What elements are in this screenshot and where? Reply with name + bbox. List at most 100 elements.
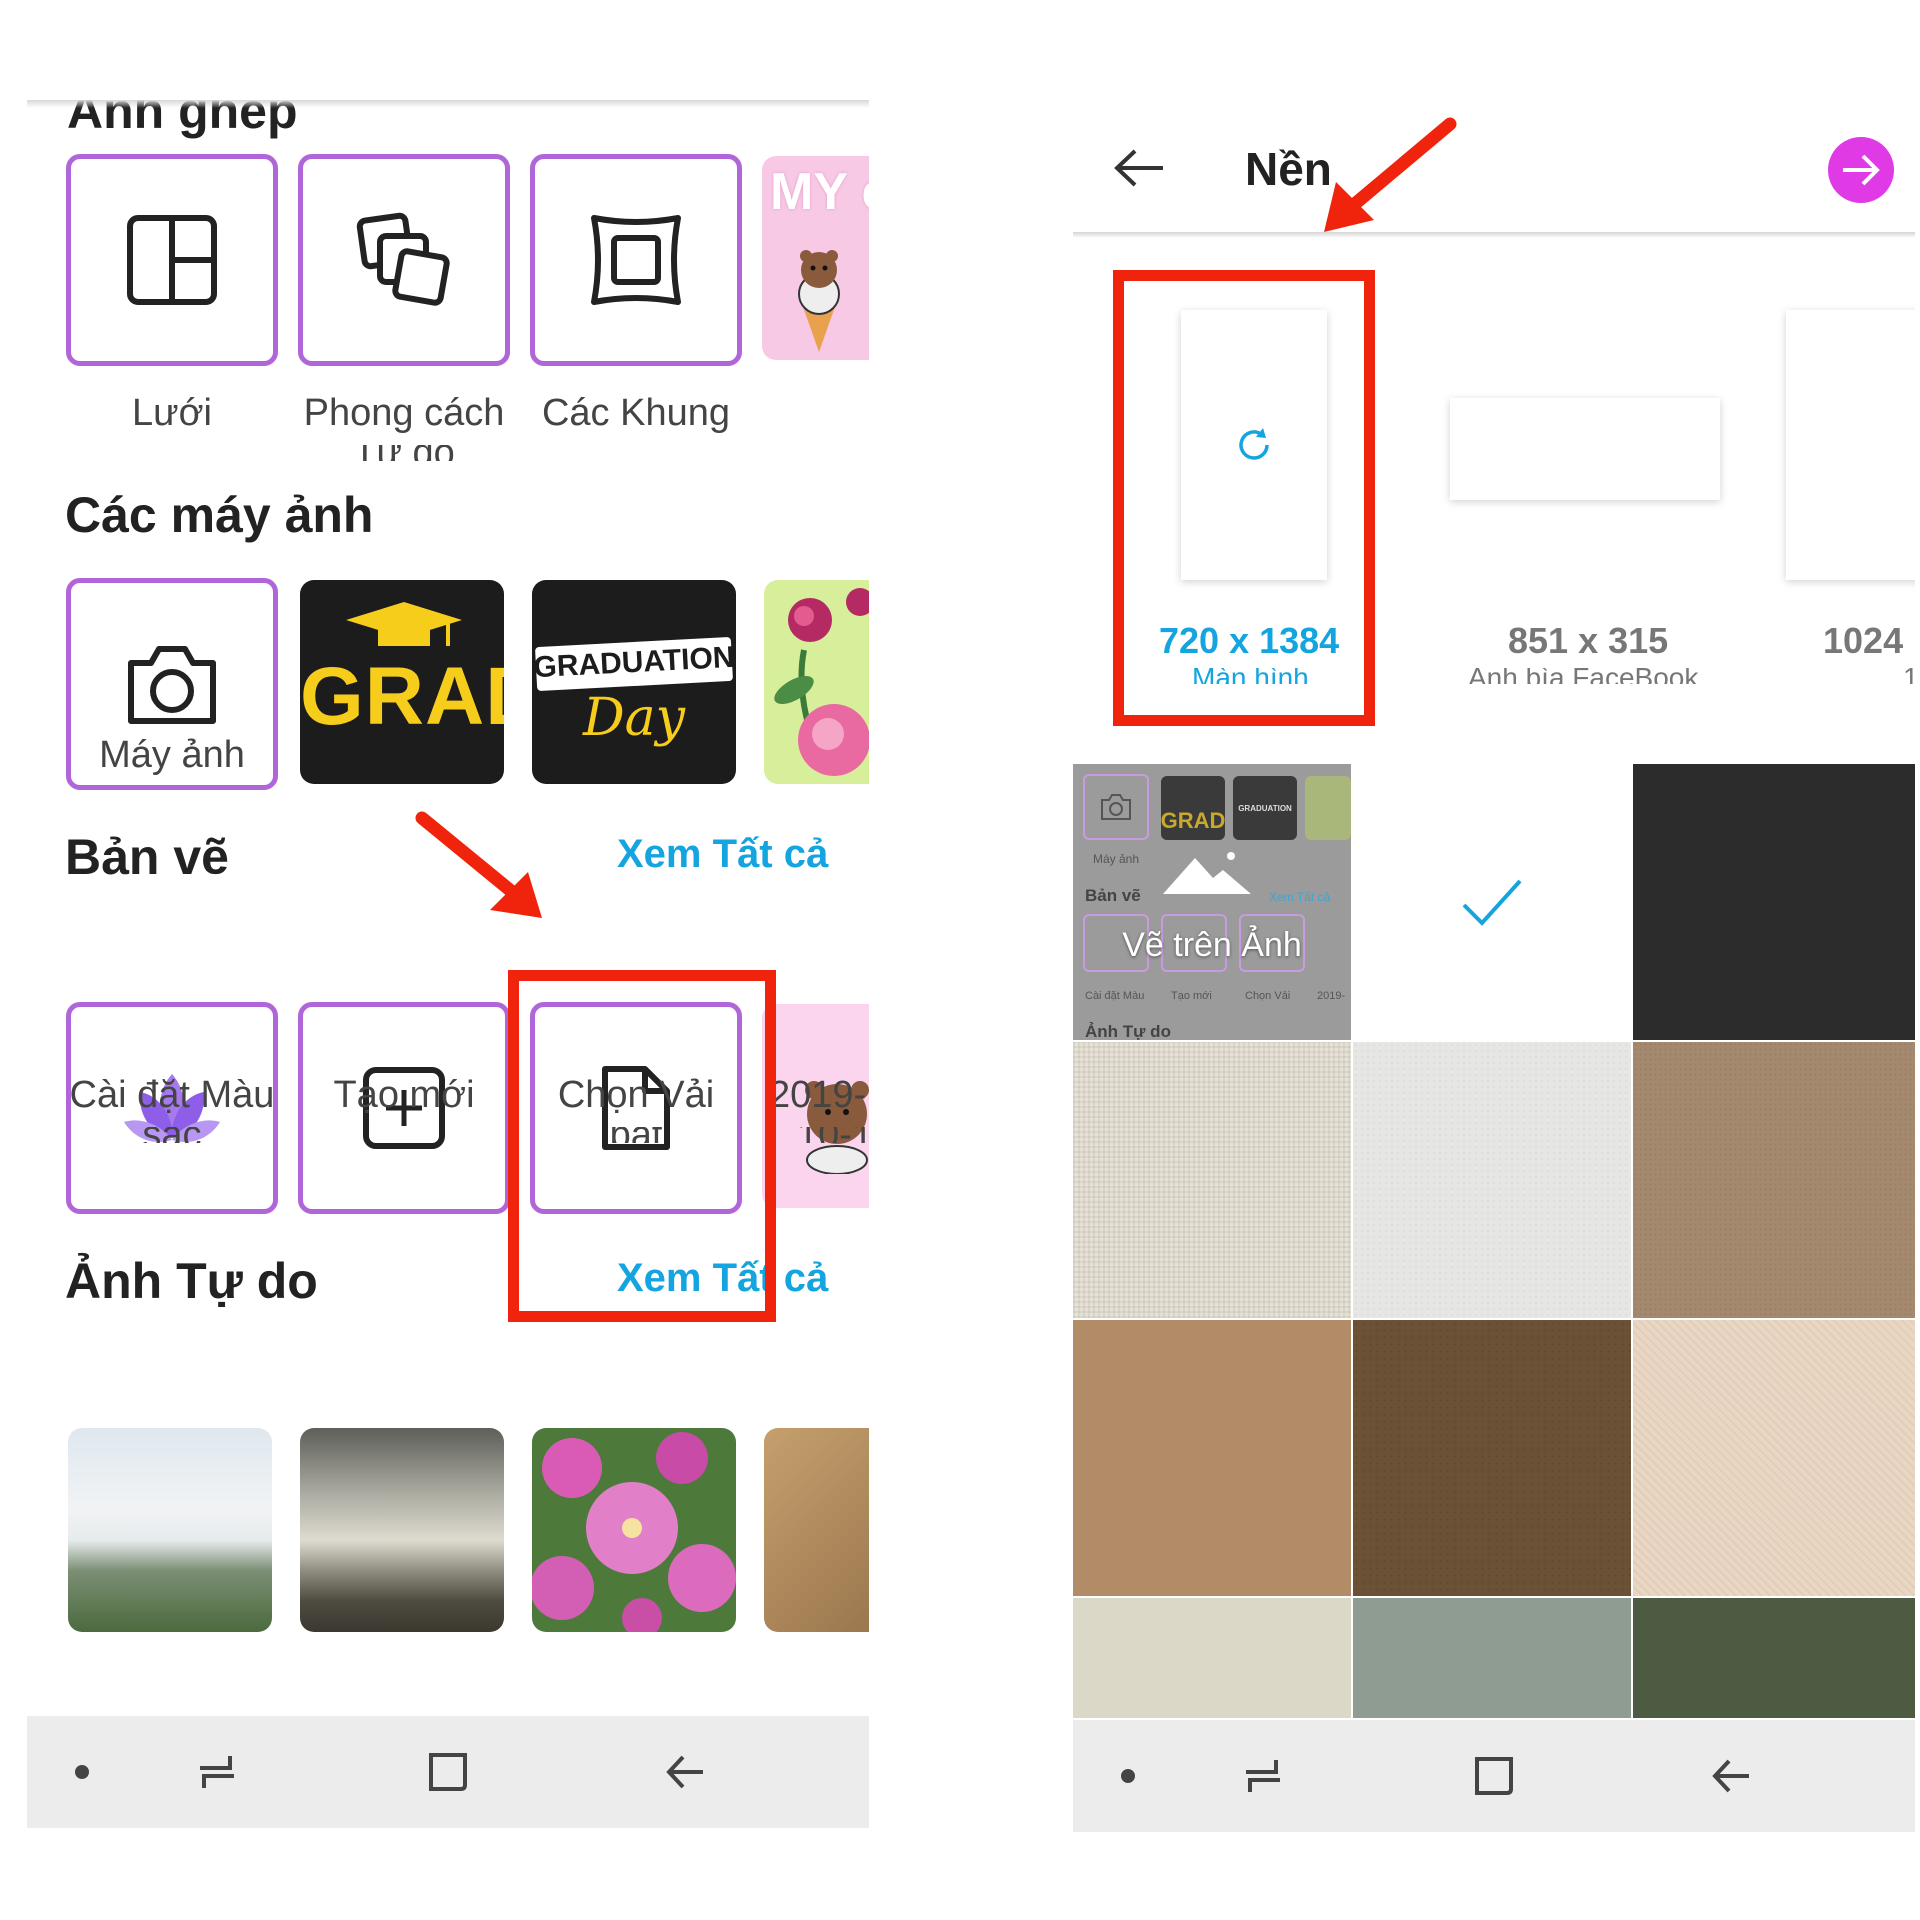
red-arrow-icon [1324, 117, 1457, 232]
nav-home-button[interactable] [408, 1716, 488, 1828]
freestyle-label-cut: Tự do [288, 445, 520, 461]
next-button[interactable] [1828, 137, 1894, 203]
nav-recents-button[interactable] [177, 1716, 257, 1828]
texture-canvas-beige[interactable] [1633, 1320, 1915, 1596]
saved-drawing-label-cut: 10-1 [797, 1127, 869, 1143]
camera-label: Máy ảnh [99, 734, 245, 776]
dot-icon [75, 1765, 89, 1779]
highlight-box-screen-size [1113, 270, 1375, 726]
texture-kraft-dark[interactable] [1353, 1320, 1631, 1596]
back-arrow-icon [1114, 149, 1163, 187]
section-title-free-photos: Ảnh Tự do [65, 1253, 318, 1309]
texture-sage-green[interactable] [1353, 1598, 1631, 1718]
freestyle-collage-button[interactable] [298, 154, 510, 366]
mini-camera-icon [1101, 794, 1131, 820]
frames-collage-button[interactable] [530, 154, 742, 366]
building-photo-thumb[interactable] [764, 1428, 869, 1632]
day-thumb-text: Day [582, 688, 686, 748]
grid-label: Lưới [132, 392, 212, 434]
home-square-icon [1475, 1757, 1513, 1795]
grid-collage-button[interactable] [66, 154, 278, 366]
mini-item-label-3: Chọn Vải [1245, 990, 1291, 1002]
home-square-icon [429, 1753, 467, 1791]
texture-dark-gray[interactable] [1633, 764, 1915, 1040]
draw-on-photo-cell[interactable]: GRAD GRADUATION Máy ảnh Bản vẽ Xem Tất c… [1073, 764, 1351, 1040]
thumb-text: MY corner [770, 163, 869, 221]
section-title-drawing: Bản vẽ [65, 829, 229, 885]
size-value-facebook: 851 x 315 [1508, 620, 1669, 661]
section-title-cameras: Các máy ảnh [65, 487, 374, 543]
texture-cream-paper[interactable] [1073, 1598, 1351, 1718]
drawing-see-all-link[interactable]: Xem Tất cả [617, 832, 828, 877]
nav-dot-button[interactable] [57, 1716, 107, 1828]
mini-see-all: Xem Tất cả [1269, 890, 1331, 904]
nav-dot-button[interactable] [1103, 1720, 1153, 1832]
color-settings-label-cut: sắc [56, 1127, 288, 1143]
mountain-photo-thumb[interactable] [68, 1428, 272, 1632]
app-bar-shadow [1073, 232, 1915, 238]
mini-item-label-4: 2019- [1317, 990, 1346, 1002]
toolbar-shadow [27, 100, 869, 108]
dot-icon [1121, 1769, 1135, 1783]
size-value-1024: 1024 [1823, 620, 1904, 661]
recents-icon [1246, 1760, 1280, 1792]
nav-home-button[interactable] [1454, 1720, 1534, 1832]
checkmark-icon [1462, 879, 1522, 926]
camera-icon [128, 646, 216, 724]
my-corner-sticker-thumb[interactable]: MY corner [762, 156, 869, 360]
mini-camera-tile [1083, 774, 1149, 840]
color-settings-label: Cài đặt Màu [69, 1074, 275, 1116]
mini-flower-tile [1305, 776, 1351, 840]
recents-icon [200, 1756, 234, 1788]
mini-section-title: Bản vẽ [1085, 886, 1141, 905]
frame-icon [591, 215, 681, 305]
new-canvas-label: Tạo mới [333, 1074, 475, 1116]
grid-layout-icon [127, 215, 217, 305]
peony-flowers-icon [774, 588, 869, 776]
bear-icecream-icon [798, 250, 840, 352]
back-button[interactable] [1113, 148, 1165, 193]
flower-camera-thumb[interactable] [764, 580, 869, 784]
home-screen: Ảnh ghép MY corner [27, 100, 869, 1828]
size-sub-1024: 1 [1903, 668, 1915, 684]
red-arrow-icon [415, 811, 542, 918]
texture-white-selected[interactable] [1353, 764, 1631, 1040]
back-arrow-icon [1712, 1759, 1749, 1793]
texture-kraft-tan[interactable] [1073, 1320, 1351, 1596]
saved-drawing-label: 2019- [769, 1074, 867, 1116]
size-option-1024[interactable] [1786, 310, 1915, 580]
app-bar [1073, 100, 1915, 240]
highlight-box-choose-canvas [508, 970, 776, 1322]
back-arrow-icon [666, 1755, 703, 1789]
graduation-day-camera-thumb[interactable]: GRADUATION Day [532, 580, 736, 784]
mini-item-label-1: Cài đặt Màu [1085, 990, 1145, 1002]
nav-recents-button[interactable] [1223, 1720, 1303, 1832]
mini-grad-tile: GRAD [1161, 776, 1225, 840]
freestyle-label: Phong cách [303, 392, 505, 434]
nav-back-button[interactable] [645, 1716, 725, 1828]
mini-item-label-2: Tạo mới [1171, 990, 1212, 1002]
mini-bottom-section: Ảnh Tự do [1085, 1022, 1171, 1040]
graduation-cap-icon [346, 602, 462, 646]
pink-flowers-photo-thumb[interactable] [532, 1428, 736, 1632]
grad-thumb-text: GRAD [300, 651, 504, 742]
mini-graduation-tile: GRADUATION [1233, 776, 1297, 840]
freestyle-layers-icon [356, 212, 450, 306]
mountain-photo-icon [1163, 852, 1251, 894]
texture-paper-white[interactable] [1353, 1042, 1631, 1318]
grad-camera-thumb[interactable]: GRAD [300, 580, 504, 784]
texture-kraft-brown[interactable] [1633, 1042, 1915, 1318]
cloudy-sky-photo-thumb[interactable] [300, 1428, 504, 1632]
pink-flowers-icon [532, 1432, 736, 1632]
size-option-facebook-cover[interactable] [1450, 398, 1720, 500]
system-nav-bar [27, 1716, 869, 1828]
size-sub-facebook: Ảnh bìa FaceBook [1468, 668, 1699, 684]
system-nav-bar-right [1073, 1720, 1915, 1832]
forward-arrow-icon [1843, 154, 1880, 186]
texture-linen[interactable] [1073, 1042, 1351, 1318]
mini-camera-label: Máy ảnh [1093, 852, 1140, 866]
texture-olive-green[interactable] [1633, 1598, 1915, 1718]
nav-back-button[interactable] [1691, 1720, 1771, 1832]
draw-on-photo-label: Vẽ trên Ảnh [1122, 926, 1302, 964]
frames-label: Các Khung [541, 392, 730, 434]
